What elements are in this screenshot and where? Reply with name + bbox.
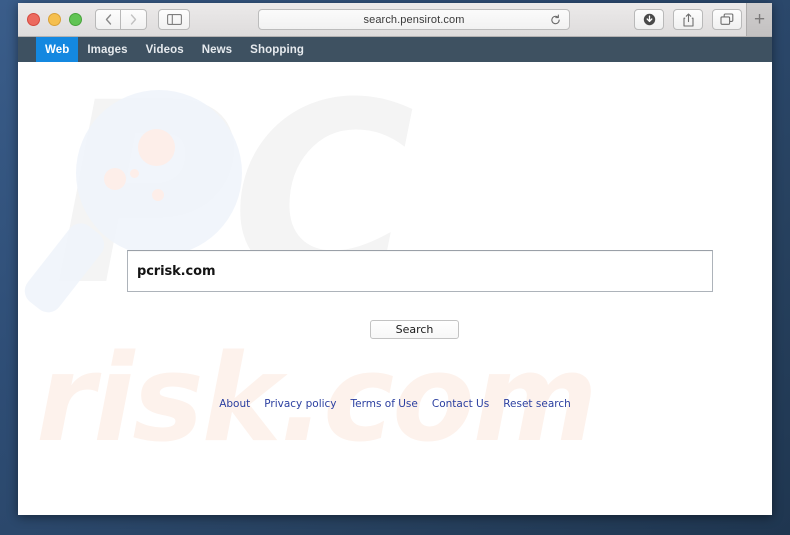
share-button[interactable] <box>673 9 703 30</box>
footer-link-privacy-policy[interactable]: Privacy policy <box>264 398 336 410</box>
magnifier-bubble-1 <box>138 129 175 166</box>
browser-window: search.pensirot.com + Web Images Videos … <box>18 3 772 515</box>
address-bar[interactable]: search.pensirot.com <box>258 9 570 30</box>
nav-item-web-label: Web <box>45 43 70 56</box>
search-input[interactable]: pcrisk.com <box>127 250 713 292</box>
tabs-icon <box>720 13 734 25</box>
chevron-left-icon <box>105 14 111 25</box>
search-page-content: PC risk.com pcrisk.com Search About Priv… <box>18 62 772 515</box>
share-icon <box>682 12 694 27</box>
browser-toolbar: search.pensirot.com + <box>18 3 772 37</box>
site-navigation-bar: Web Images Videos News Shopping <box>18 37 772 62</box>
search-button-label: Search <box>395 323 434 336</box>
chevron-right-icon <box>130 14 137 25</box>
footer-link-about[interactable]: About <box>219 398 250 410</box>
nav-item-news-label: News <box>201 43 233 56</box>
magnifier-bubble-4 <box>152 189 164 201</box>
window-controls <box>27 13 82 26</box>
nav-item-web[interactable]: Web <box>36 37 79 62</box>
footer-link-reset-search[interactable]: Reset search <box>503 398 571 410</box>
navigation-buttons <box>95 9 190 30</box>
magnifier-bubble-3 <box>130 169 139 178</box>
search-button[interactable]: Search <box>370 320 459 339</box>
footer-links: About Privacy policy Terms of Use Contac… <box>18 398 772 410</box>
downloads-button[interactable] <box>634 9 664 30</box>
nav-item-videos-label: Videos <box>145 43 184 56</box>
nav-item-images-label: Images <box>87 43 128 56</box>
reload-icon[interactable] <box>550 14 561 25</box>
tab-overview-button[interactable] <box>712 9 742 30</box>
close-window-button[interactable] <box>27 13 40 26</box>
download-icon <box>643 13 655 26</box>
nav-item-shopping[interactable]: Shopping <box>241 37 313 62</box>
footer-link-terms-of-use[interactable]: Terms of Use <box>351 398 418 410</box>
new-tab-button[interactable]: + <box>746 3 772 36</box>
nav-item-shopping-label: Shopping <box>250 43 304 56</box>
search-input-value: pcrisk.com <box>137 263 216 279</box>
desktop-background: search.pensirot.com + Web Images Videos … <box>0 0 790 535</box>
forward-button[interactable] <box>121 9 147 30</box>
toolbar-right-buttons <box>634 9 742 30</box>
nav-item-news[interactable]: News <box>193 37 241 62</box>
sidebar-toggle-button[interactable] <box>158 9 190 30</box>
sidebar-icon <box>166 14 182 25</box>
magnifier-bubble-2 <box>104 168 126 190</box>
minimize-window-button[interactable] <box>48 13 61 26</box>
back-button[interactable] <box>95 9 121 30</box>
nav-item-images[interactable]: Images <box>78 37 136 62</box>
magnifier-glass-watermark <box>76 90 242 256</box>
footer-link-contact-us[interactable]: Contact Us <box>432 398 489 410</box>
maximize-window-button[interactable] <box>69 13 82 26</box>
address-text: search.pensirot.com <box>363 13 465 26</box>
nav-item-videos[interactable]: Videos <box>137 37 193 62</box>
